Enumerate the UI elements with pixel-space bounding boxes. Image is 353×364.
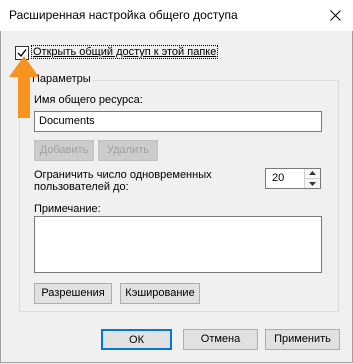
title-bar: Расширенная настройка общего доступа — [0, 0, 353, 32]
chevron-up-icon — [309, 171, 316, 175]
stepper-down-button[interactable] — [305, 179, 320, 188]
note-textarea[interactable] — [34, 216, 322, 273]
ok-button[interactable]: ОК — [101, 329, 172, 350]
stepper-up-button[interactable] — [305, 169, 320, 179]
stepper-arrows — [304, 169, 320, 188]
parameters-group-label: Параметры — [30, 73, 93, 85]
share-folder-label[interactable]: Открыть общий доступ к этой папке — [30, 45, 219, 59]
close-button[interactable] — [319, 0, 353, 31]
close-icon — [330, 10, 341, 21]
window-title: Расширенная настройка общего доступа — [9, 8, 238, 22]
permissions-button[interactable]: Разрешения — [34, 283, 112, 304]
chevron-down-icon — [309, 182, 316, 186]
share-name-input[interactable]: Documents — [34, 111, 322, 132]
limit-users-label-line2: пользователей до: — [34, 181, 129, 193]
apply-button[interactable]: Применить — [265, 329, 340, 350]
note-label: Примечание: — [34, 203, 101, 215]
add-button[interactable]: Добавить — [34, 140, 94, 161]
up-arrow-icon — [9, 56, 39, 118]
cancel-button[interactable]: Отмена — [183, 329, 258, 350]
remove-button[interactable]: Удалить — [98, 140, 158, 161]
share-name-label: Имя общего ресурса: — [34, 94, 143, 106]
caching-button[interactable]: Кэширование — [120, 283, 200, 304]
user-limit-stepper[interactable]: 20 — [265, 168, 321, 189]
user-limit-value[interactable]: 20 — [272, 172, 284, 184]
limit-users-label-line1: Ограничить число одновременных — [34, 169, 212, 181]
